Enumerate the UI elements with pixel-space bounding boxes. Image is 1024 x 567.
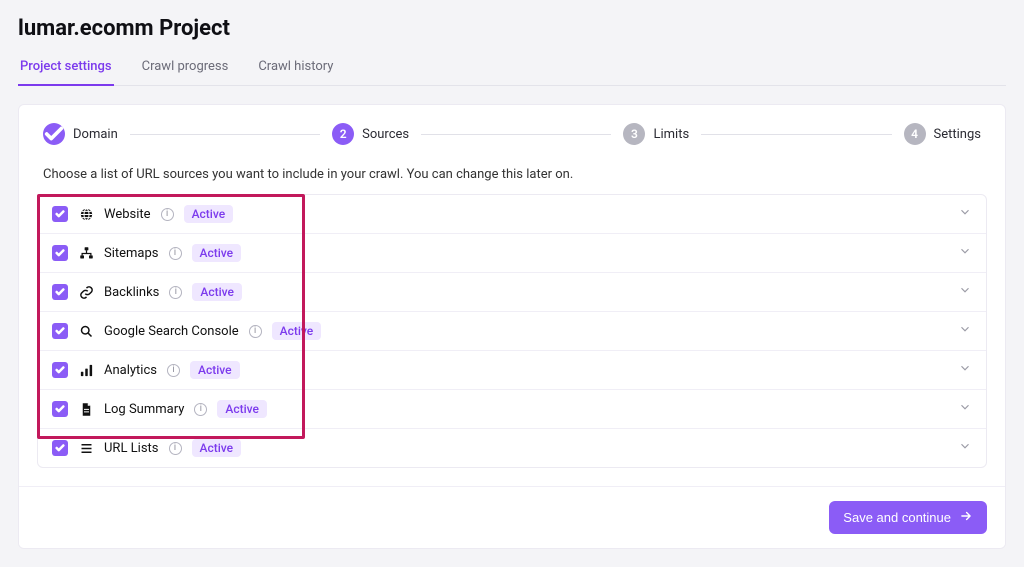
info-icon[interactable]: i <box>167 364 180 377</box>
tabs: Project settings Crawl progress Crawl hi… <box>18 49 1006 86</box>
source-row-logsummary[interactable]: Log Summary i Active <box>38 389 986 428</box>
step-number-icon: 4 <box>904 123 926 145</box>
check-icon <box>43 123 65 145</box>
source-label: URL Lists <box>104 441 159 456</box>
globe-icon <box>78 206 94 222</box>
checkbox[interactable] <box>52 323 68 339</box>
source-label: Analytics <box>104 363 157 378</box>
source-row-website[interactable]: Website i Active <box>38 195 986 233</box>
sitemap-icon <box>78 245 94 261</box>
status-badge: Active <box>190 361 240 379</box>
tab-crawl-progress[interactable]: Crawl progress <box>140 49 231 85</box>
step-label: Domain <box>73 127 118 142</box>
file-icon <box>78 401 94 417</box>
chevron-down-icon <box>958 283 972 301</box>
checkbox[interactable] <box>52 362 68 378</box>
status-badge: Active <box>192 439 242 457</box>
checkbox[interactable] <box>52 206 68 222</box>
info-icon[interactable]: i <box>194 403 207 416</box>
status-badge: Active <box>192 244 242 262</box>
step-connector <box>701 134 891 135</box>
analytics-icon <box>78 362 94 378</box>
step-label: Settings <box>934 127 981 142</box>
button-label: Save and continue <box>843 510 951 525</box>
checkbox[interactable] <box>52 440 68 456</box>
checkbox[interactable] <box>52 284 68 300</box>
source-label: Log Summary <box>104 402 184 417</box>
info-icon[interactable]: i <box>169 247 182 260</box>
step-limits[interactable]: 3 Limits <box>623 123 689 145</box>
search-icon <box>78 323 94 339</box>
save-continue-button[interactable]: Save and continue <box>829 501 987 534</box>
step-settings[interactable]: 4 Settings <box>904 123 981 145</box>
source-row-urllists[interactable]: URL Lists i Active <box>38 428 986 467</box>
step-connector <box>130 134 320 135</box>
step-label: Limits <box>653 127 689 142</box>
chevron-down-icon <box>958 322 972 340</box>
arrow-right-icon <box>959 509 973 526</box>
info-icon[interactable]: i <box>169 442 182 455</box>
source-row-backlinks[interactable]: Backlinks i Active <box>38 272 986 311</box>
checkbox[interactable] <box>52 401 68 417</box>
info-icon[interactable]: i <box>161 208 174 221</box>
status-badge: Active <box>272 322 322 340</box>
source-label: Backlinks <box>104 285 159 300</box>
step-connector <box>421 134 611 135</box>
step-domain[interactable]: Domain <box>43 123 118 145</box>
chevron-down-icon <box>958 361 972 379</box>
step-number-icon: 3 <box>623 123 645 145</box>
status-badge: Active <box>217 400 267 418</box>
tab-crawl-history[interactable]: Crawl history <box>256 49 335 85</box>
source-label: Website <box>104 207 151 222</box>
tab-project-settings[interactable]: Project settings <box>18 49 114 86</box>
link-icon <box>78 284 94 300</box>
page-title: lumar.ecomm Project <box>18 16 1006 41</box>
chevron-down-icon <box>958 400 972 418</box>
chevron-down-icon <box>958 439 972 457</box>
info-icon[interactable]: i <box>169 286 182 299</box>
stepper: Domain 2 Sources 3 Limits 4 Settings <box>19 105 1005 163</box>
checkbox[interactable] <box>52 245 68 261</box>
intro-text: Choose a list of URL sources you want to… <box>19 163 1005 194</box>
sources-list: Website i Active Sitemaps i Active <box>37 194 987 468</box>
status-badge: Active <box>184 205 234 223</box>
step-sources[interactable]: 2 Sources <box>332 123 409 145</box>
source-label: Google Search Console <box>104 324 239 339</box>
status-badge: Active <box>192 283 242 301</box>
chevron-down-icon <box>958 205 972 223</box>
footer: Save and continue <box>19 486 1005 548</box>
source-row-analytics[interactable]: Analytics i Active <box>38 350 986 389</box>
info-icon[interactable]: i <box>249 325 262 338</box>
chevron-down-icon <box>958 244 972 262</box>
source-label: Sitemaps <box>104 246 159 261</box>
sources-card: Domain 2 Sources 3 Limits 4 Settings Cho… <box>18 104 1006 549</box>
list-icon <box>78 440 94 456</box>
step-label: Sources <box>362 127 409 142</box>
source-row-sitemaps[interactable]: Sitemaps i Active <box>38 233 986 272</box>
step-number-icon: 2 <box>332 123 354 145</box>
source-row-gsc[interactable]: Google Search Console i Active <box>38 311 986 350</box>
